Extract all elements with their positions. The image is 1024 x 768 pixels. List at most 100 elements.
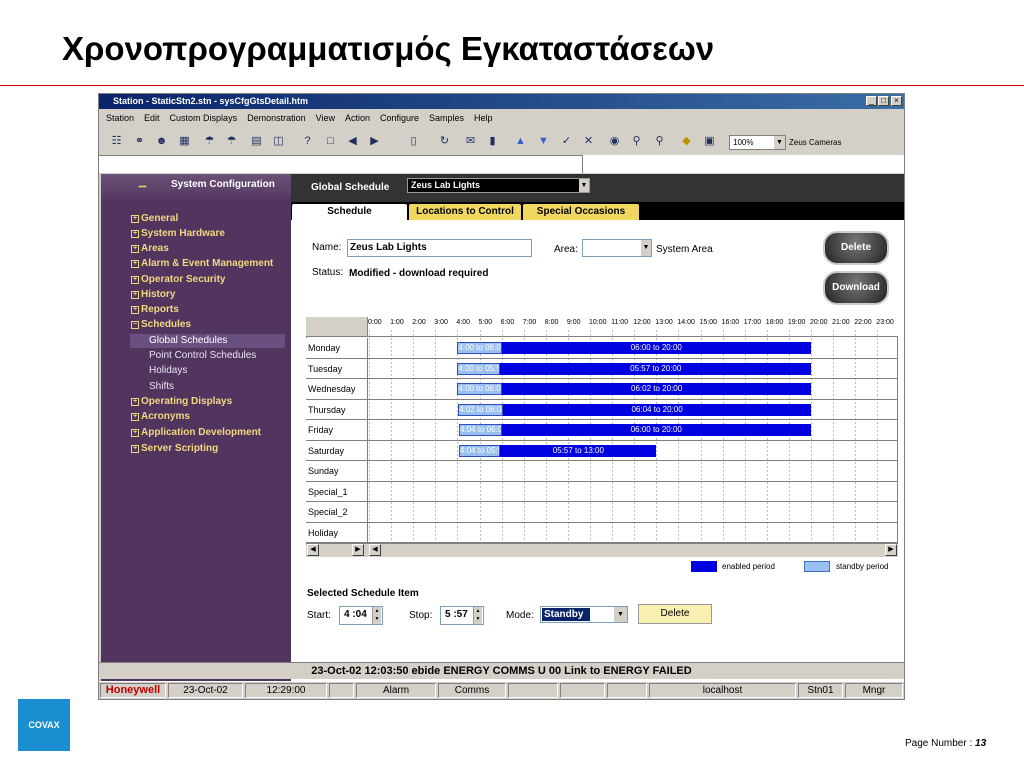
zoom-in-icon[interactable]: ⚲ <box>629 134 644 149</box>
tab-schedule[interactable]: Schedule <box>292 204 407 220</box>
enabled-period-bar[interactable]: 06:04 to 20:00 <box>503 403 811 416</box>
check-icon[interactable]: ✓ <box>559 134 574 149</box>
delete-schedule-button[interactable]: Delete <box>823 231 889 265</box>
sidebar-item-alarm-event[interactable]: + Alarm & Event Management <box>131 258 273 269</box>
forward-page-icon[interactable]: ▶ <box>367 134 382 149</box>
day-row-label[interactable]: Special_1 <box>306 481 368 502</box>
menu-custom-displays[interactable]: Custom Displays <box>170 113 238 123</box>
day-row-label[interactable]: Monday <box>306 338 368 359</box>
help-icon[interactable]: ? <box>300 134 315 149</box>
chevron-down-icon[interactable]: ▼ <box>641 240 651 256</box>
report-icon[interactable]: ▤ <box>249 134 264 149</box>
page-icon[interactable]: □ <box>323 134 338 149</box>
user-icon[interactable]: ☻ <box>154 134 169 149</box>
expand-icon[interactable]: + <box>131 306 139 314</box>
spin-arrows-icon[interactable]: ▲ ▼ <box>473 607 482 624</box>
name-field[interactable]: Zeus Lab Lights <box>347 239 532 257</box>
mail-icon[interactable]: ✉ <box>463 134 478 149</box>
download-button[interactable]: Download <box>823 271 889 305</box>
expand-icon[interactable]: + <box>131 276 139 284</box>
menu-help[interactable]: Help <box>474 113 493 123</box>
menu-edit[interactable]: Edit <box>144 113 160 123</box>
sidebar-item-server-scripting[interactable]: + Server Scripting <box>131 443 218 454</box>
binoculars-icon[interactable]: ◉ <box>607 134 622 149</box>
sidebar-subitem-point-control[interactable]: Point Control Schedules <box>149 350 256 361</box>
display-icon[interactable]: ▦ <box>177 134 192 149</box>
expand-icon[interactable]: + <box>131 291 139 299</box>
standby-period-bar[interactable]: 4:00 to 06:00 <box>457 342 502 354</box>
scroll-left-icon[interactable]: ◀ <box>307 544 319 556</box>
scroll-right-icon[interactable]: ▶ <box>352 544 364 556</box>
expand-icon[interactable]: + <box>131 413 139 421</box>
sidebar-item-reports[interactable]: + Reports <box>131 304 179 315</box>
standby-period-bar[interactable]: 4:04 to 05:57 <box>458 444 501 457</box>
folder-icon[interactable]: ▯ <box>406 134 421 149</box>
zeus-cameras-label[interactable]: Zeus Cameras <box>789 135 841 150</box>
enabled-period-bar[interactable]: 05:57 to 20:00 <box>500 362 811 375</box>
alarm-ack-icon[interactable]: ☂ <box>224 134 239 149</box>
sidebar-item-system-hardware[interactable]: + System Hardware <box>131 228 225 239</box>
maximize-button[interactable]: □ <box>878 96 889 106</box>
down-arrow-icon[interactable]: ▼ <box>536 134 551 149</box>
alarm-bell-icon[interactable]: ☂ <box>202 134 217 149</box>
close-button[interactable]: × <box>891 96 902 106</box>
day-row-label[interactable]: Holiday <box>306 522 368 543</box>
up-arrow-icon[interactable]: ▲ <box>513 134 528 149</box>
scroll-right-icon[interactable]: ▶ <box>885 544 897 556</box>
expand-icon[interactable]: + <box>131 429 139 437</box>
standby-period-bar[interactable]: 4:04 to 06:00 <box>458 424 502 436</box>
tab-special-occasions[interactable]: Special Occasions <box>523 204 639 220</box>
sidebar-item-operator-security[interactable]: + Operator Security <box>131 274 225 285</box>
sidebar-item-general[interactable]: + General <box>131 213 178 224</box>
enabled-period-bar[interactable]: 05:57 to 13:00 <box>500 444 657 457</box>
sidebar-subitem-holidays[interactable]: Holidays <box>149 365 187 376</box>
scroll-left-icon[interactable]: ◀ <box>369 544 381 556</box>
enabled-period-bar[interactable]: 06:00 to 20:00 <box>501 424 811 436</box>
collapse-icon[interactable]: − <box>131 321 139 329</box>
sidebar-subitem-shifts[interactable]: Shifts <box>149 381 174 392</box>
sidebar-subitem-global-schedules[interactable]: Global Schedules <box>149 335 227 346</box>
tag-icon[interactable]: ◆ <box>679 134 694 149</box>
zoom-out-icon[interactable]: ⚲ <box>652 134 667 149</box>
key-icon[interactable]: ⚭ <box>132 134 147 149</box>
standby-period-bar[interactable]: 4:00 to 05:57 <box>457 362 501 375</box>
sidebar-item-operating-displays[interactable]: + Operating Displays <box>131 396 232 407</box>
expand-icon[interactable]: + <box>131 445 139 453</box>
chevron-down-icon[interactable]: ▼ <box>579 179 589 192</box>
horizontal-scrollbar[interactable] <box>306 543 898 557</box>
chevron-down-icon[interactable]: ▼ <box>774 136 785 149</box>
chevron-down-icon[interactable]: ▼ <box>614 607 627 622</box>
expand-icon[interactable]: + <box>131 398 139 406</box>
day-row-label[interactable]: Wednesday <box>306 379 368 400</box>
alarm-indicator[interactable]: Alarm <box>356 683 436 698</box>
back-page-icon[interactable]: ◀ <box>345 134 360 149</box>
standby-period-bar[interactable]: 4:02 to 06:04 <box>458 403 504 416</box>
pinned-note-icon[interactable]: ▣ <box>702 134 717 149</box>
day-row-label[interactable]: Special_2 <box>306 502 368 523</box>
sidebar-item-history[interactable]: + History <box>131 289 175 300</box>
minimize-button[interactable]: _ <box>866 96 877 106</box>
refresh-icon[interactable]: ↻ <box>437 134 452 149</box>
delete-item-button[interactable]: Delete <box>638 604 712 624</box>
day-row-label[interactable]: Saturday <box>306 440 368 461</box>
menu-configure[interactable]: Configure <box>380 113 419 123</box>
sidebar-item-application-development[interactable]: + Application Development <box>131 427 261 438</box>
tab-locations-to-control[interactable]: Locations to Control <box>409 204 521 220</box>
menu-station[interactable]: Station <box>106 113 134 123</box>
network-icon[interactable]: ☷ <box>109 134 124 149</box>
day-row-label[interactable]: Tuesday <box>306 358 368 379</box>
standby-period-bar[interactable]: 4:00 to 06:02 <box>457 383 503 395</box>
sidebar-item-areas[interactable]: + Areas <box>131 243 169 254</box>
menu-view[interactable]: View <box>316 113 335 123</box>
alarm-line[interactable]: 23-Oct-02 12:03:50 ebide ENERGY COMMS U … <box>99 662 904 679</box>
expand-icon[interactable]: + <box>131 230 139 238</box>
day-row-label[interactable]: Thursday <box>306 399 368 420</box>
enabled-period-bar[interactable]: 06:00 to 20:00 <box>501 342 811 354</box>
book-icon[interactable]: ◫ <box>271 134 286 149</box>
expand-icon[interactable]: + <box>131 260 139 268</box>
cancel-icon[interactable]: ✕ <box>581 134 596 149</box>
trend-icon[interactable]: ▮ <box>485 134 500 149</box>
menu-samples[interactable]: Samples <box>429 113 464 123</box>
menu-demonstration[interactable]: Demonstration <box>247 113 306 123</box>
spin-arrows-icon[interactable]: ▲ ▼ <box>372 607 381 624</box>
